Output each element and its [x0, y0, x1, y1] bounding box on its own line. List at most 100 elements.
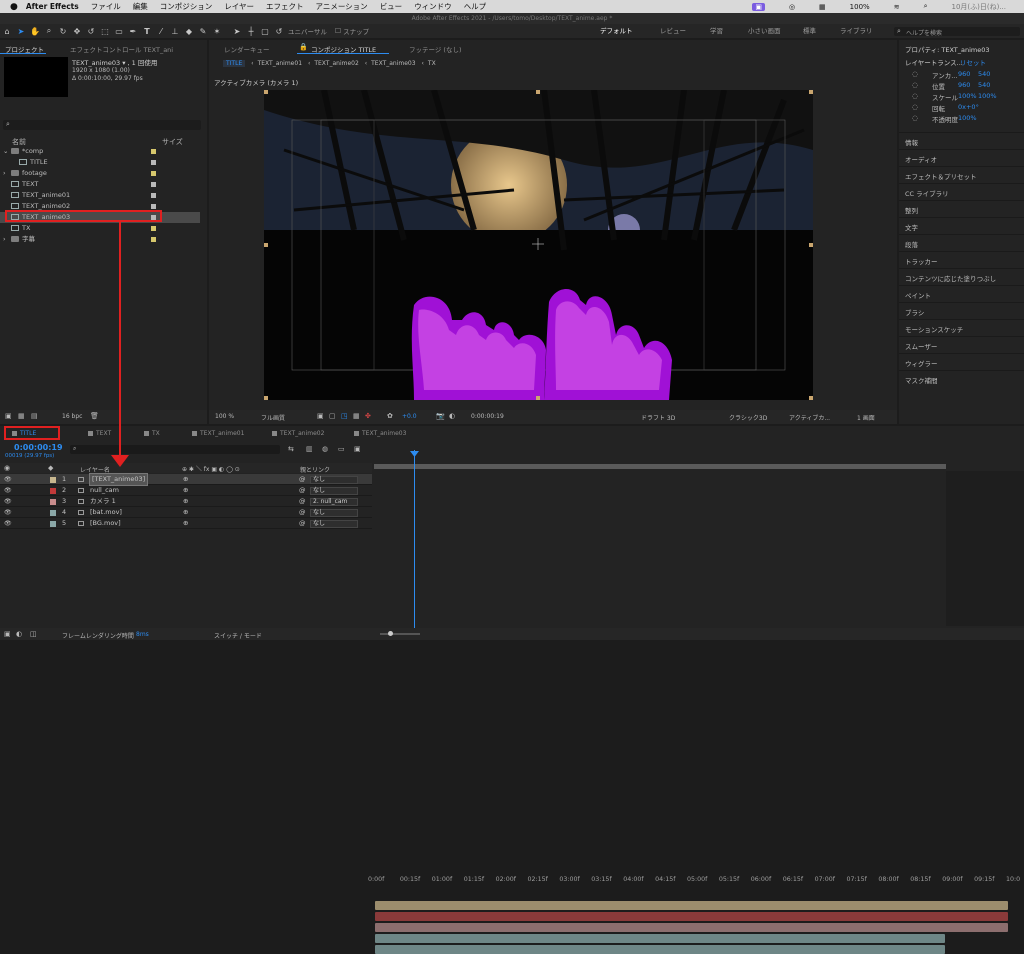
panel-item[interactable]: コンテンツに応じた塗りつぶし — [905, 273, 996, 283]
layer-row[interactable]: 👁 5 [BG.mov] ⊕ @ なし — [0, 518, 372, 529]
label-color-swatch[interactable] — [151, 182, 156, 187]
stopwatch-icon[interactable]: ◌ — [912, 70, 918, 78]
tab-footage[interactable]: フッテージ (なし) — [409, 44, 462, 54]
status-icon-3[interactable]: ▦ — [819, 3, 826, 11]
draft-icon[interactable]: ▣ — [354, 445, 361, 453]
shy-switch-icon[interactable]: ⊕ — [183, 496, 188, 507]
status-icon-1[interactable]: ▣ — [752, 2, 765, 11]
layer-duration-bar[interactable] — [375, 912, 1008, 921]
panel-item[interactable]: 情報 — [905, 137, 918, 147]
project-item[interactable]: TEXT — [0, 179, 200, 190]
rotate-tool-icon[interactable]: ↺ — [86, 26, 96, 36]
hand-tool-icon[interactable]: ✋ — [30, 26, 40, 36]
stopwatch-icon[interactable]: ◌ — [912, 92, 918, 100]
label-color-swatch[interactable] — [151, 160, 156, 165]
panel-item[interactable]: 段落 — [905, 239, 918, 249]
layer-duration-bar[interactable] — [375, 945, 945, 954]
shy-icon[interactable]: ⇆ — [288, 445, 294, 453]
frame-blend-icon[interactable]: ▥ — [306, 445, 313, 453]
roto-tool-icon[interactable]: ✎ — [198, 26, 208, 36]
eye-icon[interactable]: 👁 — [4, 485, 12, 496]
project-search-input[interactable]: ⌕ — [3, 120, 201, 130]
layer-duration-bar[interactable] — [375, 923, 1008, 932]
panel-item[interactable]: モーションスケッチ — [905, 324, 963, 334]
world-axis-icon[interactable]: ┼ — [246, 26, 256, 36]
shy-switch-icon[interactable]: ⊕ — [183, 485, 188, 496]
shy-switch-icon[interactable]: ⊕ — [183, 507, 188, 518]
timeline-tab[interactable]: TX — [152, 430, 160, 437]
label-color-swatch[interactable] — [151, 171, 156, 176]
views-dropdown[interactable]: 1 画面 — [857, 413, 875, 422]
reset-icon[interactable]: ↺ — [274, 26, 284, 36]
pan-behind-icon[interactable]: ⬚ — [100, 26, 110, 36]
channel-icon[interactable]: ✤ — [365, 412, 371, 420]
crumb-anime01[interactable]: TEXT_anime01 — [258, 60, 302, 67]
brush-tool-icon[interactable]: ⁄ — [156, 26, 166, 36]
layer-duration-bar[interactable] — [375, 901, 1008, 910]
renderer-dropdown[interactable]: クラシック3D — [729, 413, 767, 422]
new-folder-icon[interactable]: ▣ — [5, 412, 12, 420]
zoom-dropdown[interactable]: 100 % — [215, 413, 234, 420]
label-color[interactable] — [50, 488, 56, 494]
parent-header[interactable]: 親とリンク — [300, 465, 330, 474]
parent-pickwhip-icon[interactable]: @ — [299, 474, 306, 485]
status-icon-2[interactable]: ◎ — [789, 3, 795, 11]
menu-layer[interactable]: レイヤー — [224, 1, 254, 12]
layer-row[interactable]: 👁 4 [bat.mov] ⊕ @ なし — [0, 507, 372, 518]
menu-composition[interactable]: コンポジション — [160, 1, 213, 12]
eraser-tool-icon[interactable]: ◆ — [184, 26, 194, 36]
parent-dropdown[interactable]: なし — [310, 520, 358, 528]
bpc-label[interactable]: 16 bpc — [62, 413, 82, 420]
move-tool-icon[interactable]: ✥ — [72, 26, 82, 36]
panel-item[interactable]: 文字 — [905, 222, 918, 232]
type-tool-icon[interactable]: T — [142, 26, 152, 36]
grid-icon[interactable]: ▣ — [317, 412, 324, 420]
viewer-timecode[interactable]: 0:00:00:19 — [471, 413, 504, 420]
playhead-handle[interactable] — [410, 451, 419, 457]
workspace-library[interactable]: ライブラリ — [840, 24, 873, 38]
mask-icon[interactable]: ▢ — [329, 412, 336, 420]
snap-checkbox[interactable]: ☐ — [335, 27, 341, 35]
shy-switch-icon[interactable]: ⊕ — [183, 474, 188, 485]
transform-prop-value-2[interactable]: 540 — [978, 70, 990, 78]
parent-dropdown[interactable]: なし — [310, 509, 358, 517]
panel-item[interactable]: ウィグラー — [905, 358, 938, 368]
reset-link[interactable]: リセット — [960, 57, 986, 67]
parent-dropdown[interactable]: なし — [310, 487, 358, 495]
layer-row[interactable]: 👁 2 null_cam ⊕ @ なし — [0, 485, 372, 496]
layer-name[interactable]: [BG.mov] — [90, 518, 121, 529]
panel-item[interactable]: 整列 — [905, 205, 918, 215]
layer-row[interactable]: 👁 1 [TEXT_anime03] ⊕ @ なし — [0, 473, 372, 486]
eye-icon[interactable]: 👁 — [4, 496, 12, 507]
crumb-anime03[interactable]: TEXT_anime03 — [371, 60, 415, 67]
parent-pickwhip-icon[interactable]: @ — [299, 485, 306, 496]
orbit-tool-icon[interactable]: ↻ — [58, 26, 68, 36]
tab-effect-controls[interactable]: エフェクトコントロール TEXT_ani — [70, 44, 173, 54]
inout-icon[interactable]: ◫ — [30, 630, 37, 638]
layer-name-header[interactable]: レイヤー名 — [80, 465, 110, 474]
search-icon[interactable]: ⌕ — [924, 2, 928, 11]
stamp-tool-icon[interactable]: ⊥ — [170, 26, 180, 36]
transform-prop-value-2[interactable]: 540 — [978, 81, 990, 89]
snapshot-icon[interactable]: 📷 — [436, 412, 445, 420]
roi-icon[interactable]: ◳ — [341, 412, 348, 420]
selection-tool-icon[interactable]: ➤ — [16, 26, 26, 36]
panel-item[interactable]: CC ライブラリ — [905, 188, 949, 198]
parent-pickwhip-icon[interactable]: @ — [299, 518, 306, 529]
draft-3d-toggle[interactable]: ドラフト 3D — [641, 413, 675, 422]
stopwatch-icon[interactable]: ◌ — [912, 81, 918, 89]
label-color-swatch[interactable] — [151, 204, 156, 209]
panel-item[interactable]: オーディオ — [905, 154, 937, 164]
panel-item[interactable]: トラッカー — [905, 256, 938, 266]
crumb-title[interactable]: TITLE — [223, 60, 246, 67]
layer-duration-bar[interactable] — [375, 934, 945, 943]
transform-prop-value[interactable]: 100% — [958, 92, 977, 100]
project-item[interactable]: TX — [0, 223, 200, 234]
project-item[interactable]: TEXT_anime01 — [0, 190, 200, 201]
crumb-tx[interactable]: TX — [428, 60, 436, 67]
crumb-anime02[interactable]: TEXT_anime02 — [314, 60, 358, 67]
lock-icon[interactable]: 🔒 — [299, 43, 308, 51]
layer-row[interactable]: 👁 3 カメラ 1 ⊕ @2. null_cam — [0, 496, 372, 507]
panel-item[interactable]: スムーザー — [905, 341, 937, 351]
workspace-small[interactable]: 小さい画面 — [748, 24, 781, 38]
